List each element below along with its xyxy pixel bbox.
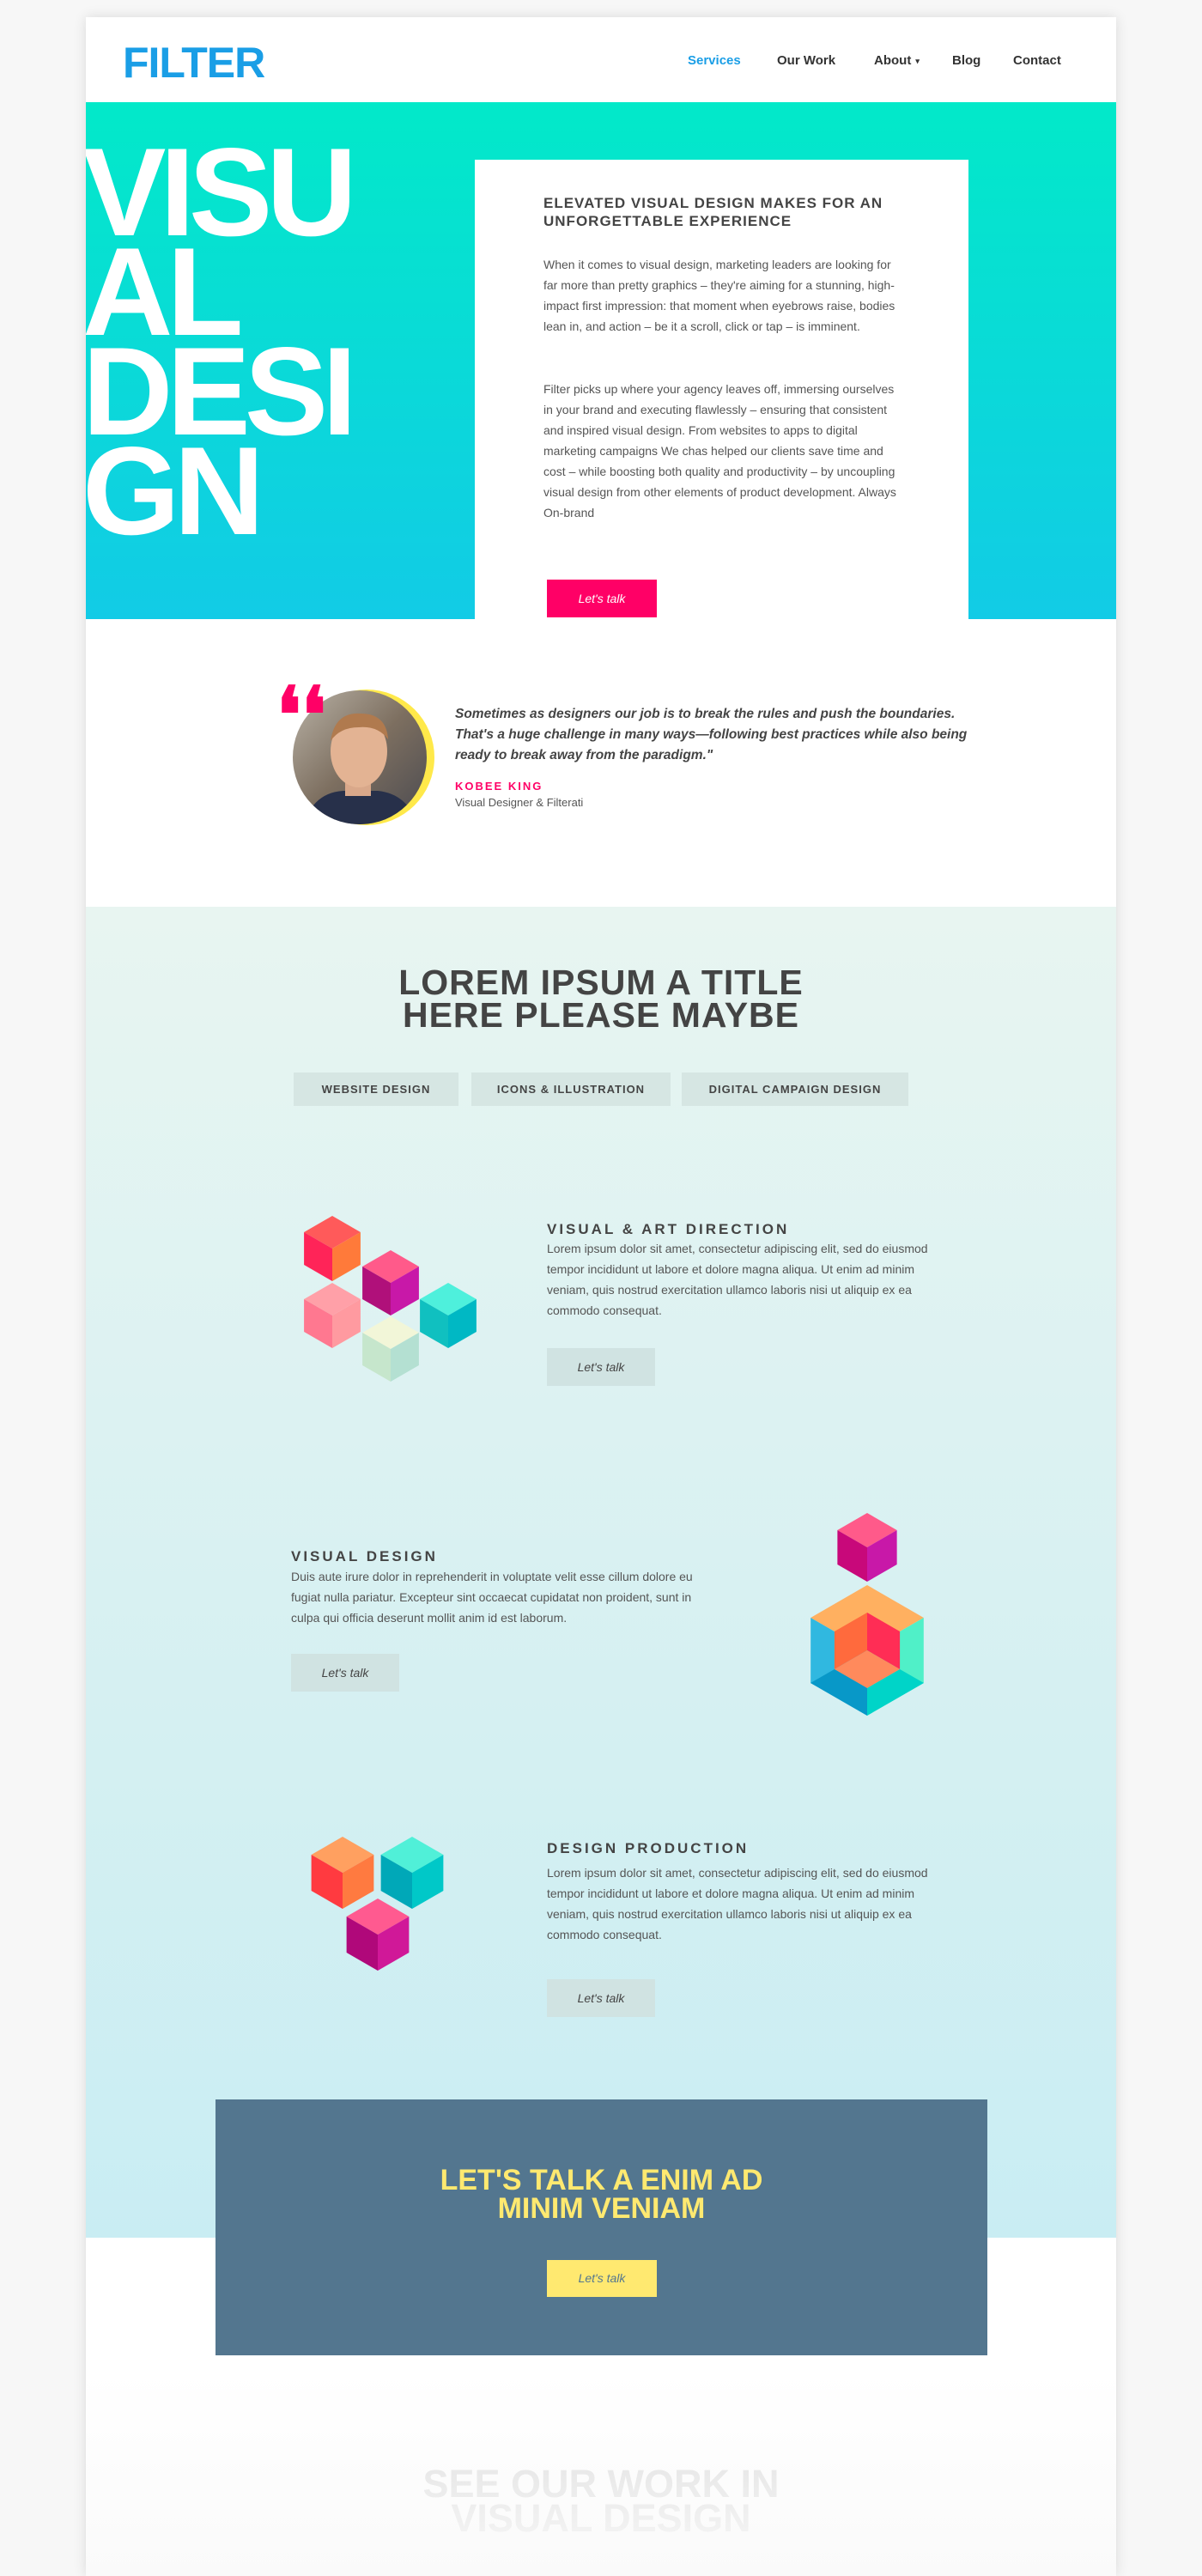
service-text: Lorem ipsum dolor sit amet, consectetur …: [547, 1242, 928, 1317]
cubes-cluster-icon: [304, 1216, 477, 1382]
service-heading: VISUAL & ART DIRECTION: [547, 1221, 790, 1237]
nav-contact[interactable]: Contact: [1013, 53, 1061, 68]
hero: VISU AL DESI GN ELEVATED VISUAL DESIGN M…: [86, 102, 1116, 619]
nav-blog[interactable]: Blog: [952, 53, 980, 68]
service-lets-talk-button[interactable]: Let's talk: [547, 1979, 655, 2017]
tab-website-design[interactable]: WEBSITE DESIGN: [294, 1072, 458, 1106]
tab-icons-illustration[interactable]: ICONS & ILLUSTRATION: [471, 1072, 671, 1106]
cta-lets-talk-button[interactable]: Let's talk: [547, 2260, 657, 2297]
testimonial-title: Visual Designer & Filterati: [455, 796, 584, 809]
quote-icon: ❛❛: [276, 670, 327, 761]
hollow-cube-icon: [810, 1513, 924, 1716]
nav-about-label: About: [874, 53, 912, 68]
service-lets-talk-button[interactable]: Let's talk: [547, 1348, 655, 1386]
service-heading: DESIGN PRODUCTION: [547, 1840, 750, 1856]
services-title: LOREM IPSUM A TITLE HERE PLEASE MAYBE: [398, 963, 804, 1035]
service-text: Lorem ipsum dolor sit amet, consectetur …: [547, 1866, 928, 1941]
testimonial-name: KOBEE KING: [455, 780, 543, 793]
testimonial-quote: Sometimes as designers our job is to bre…: [455, 707, 968, 762]
hero-content-box: ELEVATED VISUAL DESIGN MAKES FOR AN UNFO…: [475, 160, 968, 619]
service-text: Duis aute irure dolor in reprehenderit i…: [291, 1570, 693, 1625]
work-title: SEE OUR WORK IN VISUAL DESIGN: [86, 2464, 1116, 2537]
hero-paragraph-1: When it comes to visual design, marketin…: [543, 258, 895, 333]
tab-digital-campaign-design[interactable]: DIGITAL CAMPAIGN DESIGN: [682, 1072, 908, 1106]
service-lets-talk-button[interactable]: Let's talk: [291, 1654, 399, 1692]
hero-heading: ELEVATED VISUAL DESIGN MAKES FOR AN UNFO…: [543, 195, 883, 229]
three-cubes-icon: [311, 1837, 444, 1971]
cta-box: LET'S TALK A ENIM AD MINIM VENIAM Let's t…: [216, 2099, 987, 2355]
cta-title: LET'S TALK A ENIM AD MINIM VENIAM: [216, 2166, 987, 2223]
service-heading: VISUAL DESIGN: [291, 1548, 438, 1564]
nav-our-work[interactable]: Our Work: [777, 53, 835, 68]
nav-services[interactable]: Services: [688, 53, 741, 68]
work-title-line-2: VISUAL DESIGN: [451, 2496, 751, 2540]
hero-paragraph-2: Filter picks up where your agency leaves…: [543, 382, 896, 519]
page: FILTER Services Our Work About ▾ Blog Con…: [86, 17, 1116, 2576]
chevron-down-icon: ▾: [915, 56, 920, 65]
logo[interactable]: FILTER: [123, 38, 265, 88]
hero-big-word: VISU AL DESI GN: [86, 122, 357, 561]
hero-lets-talk-button[interactable]: Let's talk: [547, 580, 657, 617]
nav-about[interactable]: About ▾: [874, 53, 920, 68]
cta-title-line-2: MINIM VENIAM: [497, 2192, 706, 2225]
